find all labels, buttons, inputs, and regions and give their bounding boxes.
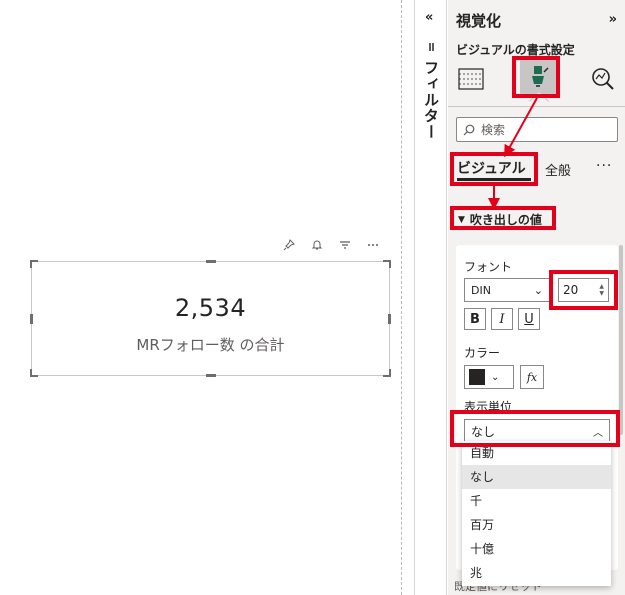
annotation-arrows (488, 97, 538, 210)
